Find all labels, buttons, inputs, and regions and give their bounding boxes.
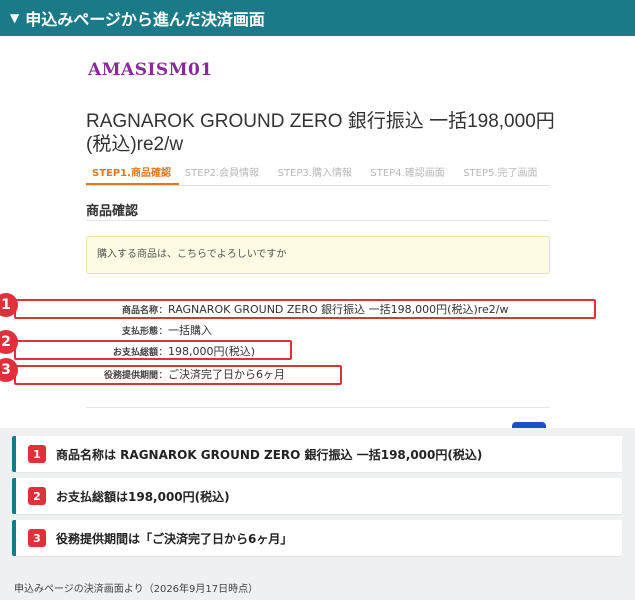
highlight-box-1 [14, 299, 596, 319]
section-header: ▼ 申込みページから進んだ決済画面 [0, 0, 635, 36]
section-title: 商品確認 [86, 204, 139, 219]
section-header-title: 申込みページから進んだ決済画面 [25, 10, 265, 29]
highlight-box-3 [14, 365, 342, 385]
product-title: RAGNAROK GROUND ZERO 銀行振込 一括198,000円(税込)… [86, 111, 555, 155]
payment-screenshot: AMASISM01 RAGNAROK GROUND ZERO 銀行振込 一括19… [0, 36, 635, 428]
divider [86, 407, 550, 408]
callout-number: 2 [28, 487, 46, 505]
confirm-notice: 購入する商品は、こちらでよろしいですか [86, 236, 550, 274]
divider [86, 220, 550, 221]
step-4: STEP4.確認画面 [370, 168, 445, 179]
step-tabs: STEP1.商品確認 STEP2.会員情報 STEP3.購入情報 STEP4.確… [86, 164, 550, 186]
step-1: STEP1.商品確認 [86, 164, 179, 185]
step-5: STEP5.完了画面 [463, 168, 538, 179]
callout-card-3: 3 役務提供期間は「ご決済完了日から6ヶ月」 [12, 520, 622, 556]
callout-panel: 1 商品名称は RAGNAROK GROUND ZERO 銀行振込 一括198,… [0, 428, 635, 600]
triangle-down-icon: ▼ [10, 11, 20, 25]
step-2: STEP2.会員情報 [184, 168, 260, 179]
callout-number: 1 [28, 445, 46, 463]
detail-value: 一括購入 [168, 324, 212, 337]
detail-row-payment-type: 支払形態 ： 一括購入 [86, 321, 556, 339]
shop-logo: AMASISM01 [88, 60, 213, 80]
detail-label: 支払形態 [121, 326, 158, 337]
callout-number: 3 [28, 529, 46, 547]
callout-text: 商品名称は RAGNAROK GROUND ZERO 銀行振込 一括198,00… [56, 447, 483, 462]
step-3: STEP3.購入情報 [277, 168, 352, 179]
callout-text: お支払総額は198,000円(税込) [56, 489, 230, 504]
callout-text: 役務提供期間は「ご決済完了日から6ヶ月」 [56, 531, 293, 546]
callout-card-2: 2 お支払総額は198,000円(税込) [12, 478, 622, 514]
highlight-box-2 [14, 340, 292, 360]
callout-card-1: 1 商品名称は RAGNAROK GROUND ZERO 銀行振込 一括198,… [12, 436, 622, 472]
source-caption: 申込みページの決済画面より（2026年9月17日時点） [14, 584, 259, 595]
